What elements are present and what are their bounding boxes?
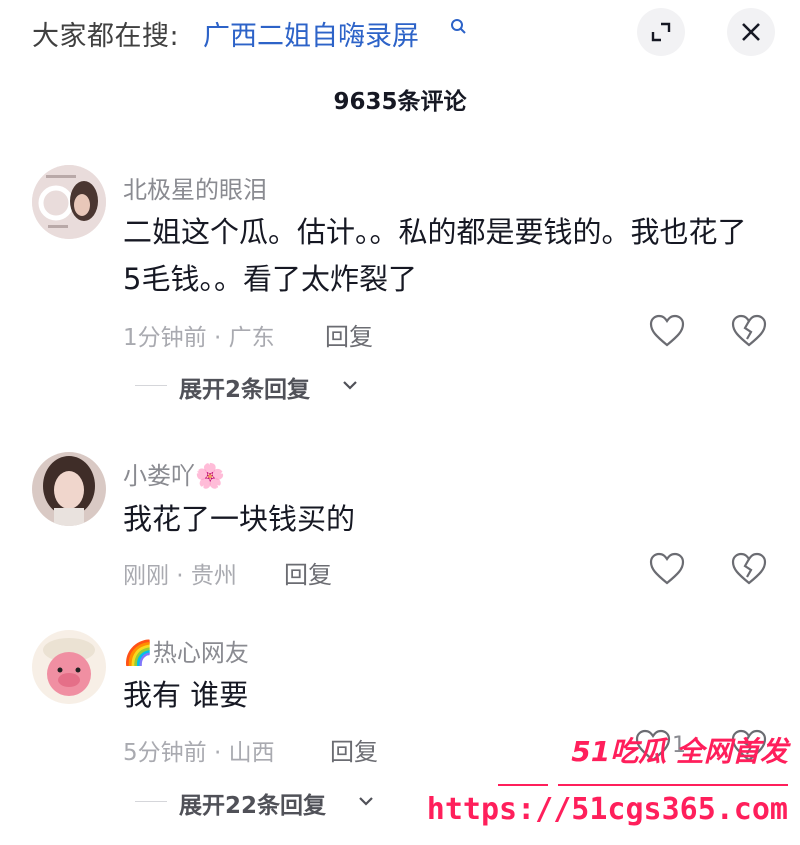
avatar-image — [32, 630, 106, 704]
avatar-image — [32, 165, 106, 239]
avatar-image — [32, 452, 106, 526]
broken-heart-icon[interactable] — [730, 314, 768, 348]
divider-line — [135, 801, 167, 802]
expand-replies-label: 展开22条回复 — [179, 793, 327, 819]
avatar[interactable] — [32, 630, 106, 704]
watermark-url: https://51cgs365.com — [426, 792, 788, 827]
top-bar: 大家都在搜: 广西二姐自嗨录屏 — [0, 0, 800, 64]
close-icon — [742, 23, 760, 41]
heart-icon[interactable] — [648, 314, 686, 348]
divider-line — [135, 385, 167, 386]
comment-meta: 刚刚 · 贵州 — [123, 563, 237, 589]
username[interactable]: 北极星的眼泪 — [123, 170, 267, 205]
comment-count: 9635条评论 — [333, 89, 467, 115]
comment-meta: 5分钟前 · 山西 — [123, 740, 275, 766]
watermark-title: 51吃瓜 全网首发 — [571, 735, 788, 768]
username[interactable]: 🌈热心网友 — [123, 633, 249, 668]
expand-button[interactable] — [637, 8, 685, 56]
avatar[interactable] — [32, 165, 106, 239]
close-button[interactable] — [727, 8, 775, 56]
chevron-down-icon — [359, 797, 373, 806]
watermark: 51吃瓜 全网首发 https://51cgs365.com — [427, 730, 798, 845]
expand-replies-button[interactable]: 展开2条回复 — [135, 370, 375, 403]
username[interactable]: 小娄吖🌸 — [123, 456, 225, 491]
broken-heart-icon[interactable] — [730, 552, 768, 586]
comment-text: 二姐这个瓜。估计。。私的都是要钱的。我也花了5毛钱。。看了太炸裂了 — [123, 215, 747, 296]
comment-meta: 1分钟前 · 广东 — [123, 325, 275, 351]
search-prefix: 大家都在搜: — [32, 21, 180, 52]
expand-icon — [651, 22, 671, 42]
avatar[interactable] — [32, 452, 106, 526]
reply-button[interactable]: 回复 — [330, 732, 378, 767]
watermark-speed-lines — [498, 784, 788, 786]
comment-text: 我花了一块钱买的 — [123, 502, 356, 536]
search-icon[interactable] — [450, 18, 468, 40]
heart-icon[interactable] — [648, 552, 686, 586]
chevron-down-icon — [343, 381, 357, 390]
comment-text: 我有 谁要 — [123, 678, 249, 712]
reply-button[interactable]: 回复 — [284, 555, 332, 590]
expand-replies-label: 展开2条回复 — [179, 377, 311, 403]
expand-replies-button[interactable]: 展开22条回复 — [135, 786, 395, 819]
reply-button[interactable]: 回复 — [325, 317, 373, 352]
trending-search-link[interactable]: 广西二姐自嗨录屏 — [203, 14, 419, 53]
